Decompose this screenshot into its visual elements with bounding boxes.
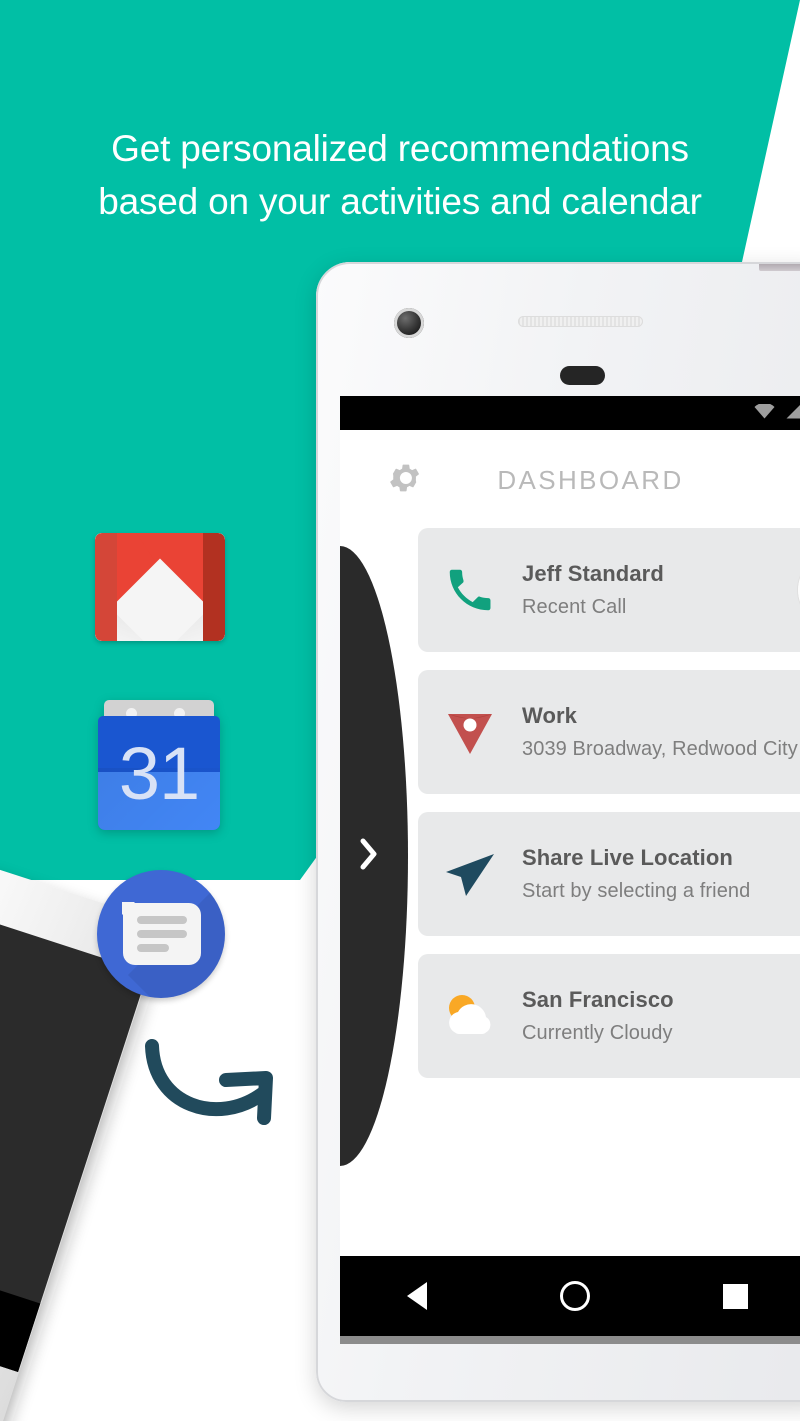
calendar-day-number: 31	[118, 732, 200, 815]
google-messages-icon	[97, 870, 225, 998]
promo-screenshot: Get personalized recommendations based o…	[0, 0, 800, 1421]
curved-arrow-icon	[140, 1032, 290, 1142]
app-icon-column: 31	[0, 0, 320, 1421]
gmail-icon	[95, 533, 225, 641]
google-calendar-icon: 31	[98, 700, 220, 830]
primary-phone-device: DASHBOARD Jeff Standard Recent Call Work…	[316, 262, 800, 1402]
chevron-right-icon	[358, 837, 380, 876]
